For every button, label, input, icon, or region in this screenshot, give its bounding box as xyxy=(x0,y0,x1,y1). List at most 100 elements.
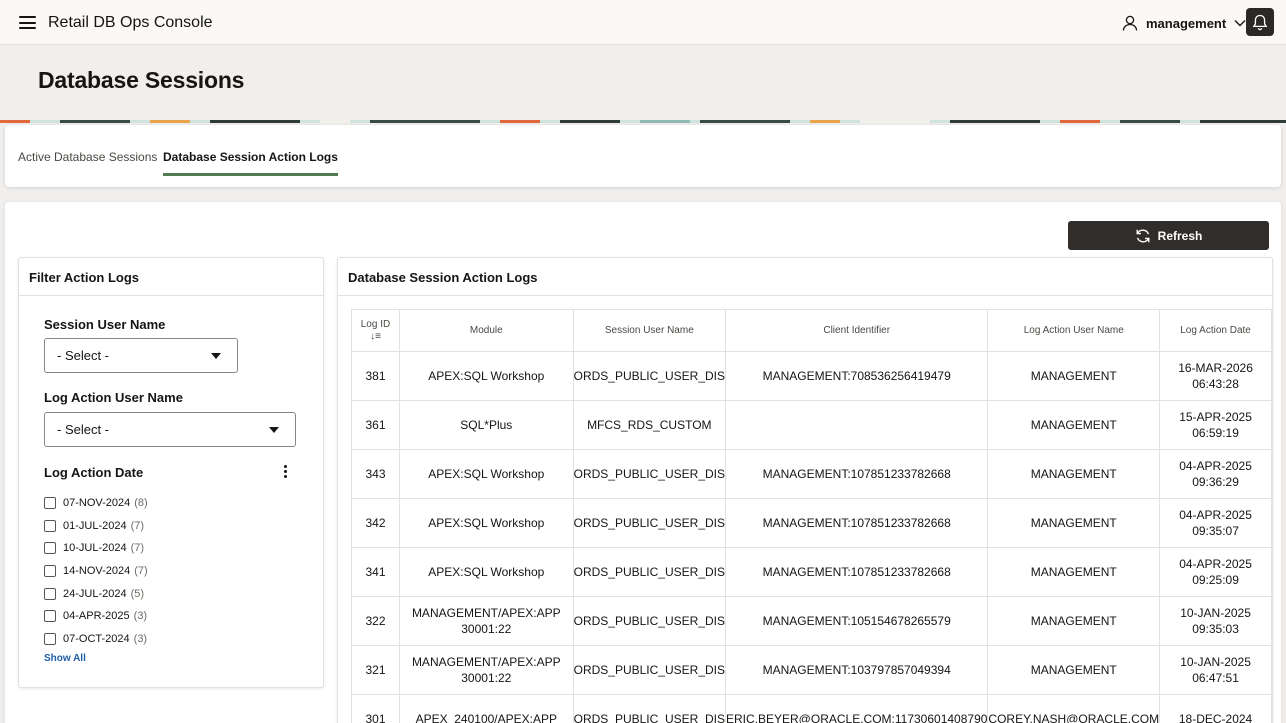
bell-icon xyxy=(1252,14,1268,30)
date-facet-count: (7) xyxy=(130,542,145,555)
cell-session-user: ORDS_PUBLIC_USER_DIS xyxy=(572,645,727,695)
cell-client-identifier: MANAGEMENT:107851233782668 xyxy=(724,449,989,499)
checkbox[interactable] xyxy=(44,610,56,623)
cell-date: 10-JAN-2025 xyxy=(1180,655,1251,669)
session-user-value: - Select - xyxy=(57,348,110,363)
date-facet-count: (7) xyxy=(134,565,148,578)
date-facet-label: 04-APR-2025 xyxy=(63,610,130,623)
date-facet-count: (3) xyxy=(133,632,148,645)
cell-log-action-user: MANAGEMENT xyxy=(987,351,1161,401)
cell-date: 04-APR-2025 xyxy=(1179,557,1252,571)
column-header-client-identifier[interactable]: Client Identifier xyxy=(724,309,989,352)
menu-icon[interactable] xyxy=(19,16,36,29)
cell-time: 06:43:28 xyxy=(1192,377,1239,391)
date-facet-label: 07-OCT-2024 xyxy=(63,632,130,645)
date-facet-item[interactable]: 10-JUL-2024 (7) xyxy=(44,537,148,560)
session-user-select[interactable]: - Select - xyxy=(44,338,238,373)
cell-time: 09:36:29 xyxy=(1192,475,1239,489)
cell-log-action-date: 04-APR-2025 09:36:29 xyxy=(1159,449,1272,499)
cell-log-action-date: 15-APR-2025 06:59:19 xyxy=(1159,400,1272,450)
cell-client-identifier: MANAGEMENT:105154678265579 xyxy=(724,596,989,646)
session-user-label: Session User Name xyxy=(44,317,166,332)
column-header-module[interactable]: Module xyxy=(398,309,574,352)
cell-module: SQL*Plus xyxy=(398,400,574,450)
kebab-icon[interactable] xyxy=(282,465,288,481)
cell-client-identifier: MANAGEMENT:107851233782668 xyxy=(724,498,989,548)
checkbox[interactable] xyxy=(44,565,56,578)
date-facet-item[interactable]: 01-JUL-2024 (7) xyxy=(44,515,148,538)
app-title[interactable]: Retail DB Ops Console xyxy=(48,14,213,32)
cell-log-id: 301 xyxy=(351,694,400,723)
cell-date: 04-APR-2025 xyxy=(1179,508,1252,522)
cell-log-action-date: 04-APR-2025 09:25:09 xyxy=(1159,547,1272,597)
cell-time: 09:35:03 xyxy=(1192,622,1239,636)
table-row: 381 APEX:SQL Workshop ORDS_PUBLIC_USER_D… xyxy=(351,351,1272,401)
log-action-user-select[interactable]: - Select - xyxy=(44,412,296,447)
filter-panel: Filter Action Logs Session User Name - S… xyxy=(18,257,324,688)
column-header-log-action-user-name[interactable]: Log Action User Name xyxy=(987,309,1161,352)
cell-log-action-date: 16-MAR-2026 06:43:28 xyxy=(1159,351,1272,401)
cell-log-action-user: MANAGEMENT xyxy=(987,449,1161,499)
checkbox[interactable] xyxy=(44,519,56,532)
tab-database-session-action-logs[interactable]: Database Session Action Logs xyxy=(163,150,338,176)
date-facet-item[interactable]: 24-JUL-2024 (5) xyxy=(44,582,148,605)
cell-module-line: APEX:SQL Workshop xyxy=(428,565,545,579)
user-name: management xyxy=(1146,15,1227,31)
top-bar: Retail DB Ops Console management xyxy=(0,0,1286,45)
cell-log-action-user: MANAGEMENT xyxy=(987,400,1161,450)
date-facet-count: (8) xyxy=(134,497,148,510)
table-row: 322 MANAGEMENT/APEX:APP 30001:22 ORDS_PUB… xyxy=(351,596,1272,646)
decorative-banner xyxy=(0,115,1286,123)
date-facet-count: (5) xyxy=(130,587,145,600)
date-facet-item[interactable]: 14-NOV-2024 (7) xyxy=(44,560,148,583)
cell-module-line: 30001:22 xyxy=(461,622,512,636)
notifications-button[interactable] xyxy=(1246,8,1274,36)
checkbox[interactable] xyxy=(44,542,56,555)
cell-session-user: ORDS_PUBLIC_USER_DIS xyxy=(572,547,727,597)
cell-module-line: APEX:SQL Workshop xyxy=(428,516,545,530)
table-row: 321 MANAGEMENT/APEX:APP 30001:22 ORDS_PUB… xyxy=(351,645,1272,695)
caret-down-icon xyxy=(211,353,221,359)
report-title: Database Session Action Logs xyxy=(338,258,1272,296)
cell-log-id: 321 xyxy=(351,645,400,695)
cell-log-id: 341 xyxy=(351,547,400,597)
cell-time: 09:25:09 xyxy=(1192,573,1239,587)
checkbox[interactable] xyxy=(44,497,56,510)
page-title: Database Sessions xyxy=(38,67,245,93)
cell-module: APEX:SQL Workshop xyxy=(398,449,574,499)
date-facet-item[interactable]: 04-APR-2025 (3) xyxy=(44,605,148,628)
date-facet-item[interactable]: 07-NOV-2024 (8) xyxy=(44,492,148,515)
table-row: 301 APEX_240100/APEX:APP ORDS_PUBLIC_USE… xyxy=(351,694,1272,723)
date-facet-label: 01-JUL-2024 xyxy=(63,519,127,532)
cell-client-identifier: MANAGEMENT:103797857049394 xyxy=(724,645,989,695)
cell-log-action-user: MANAGEMENT xyxy=(987,596,1161,646)
checkbox[interactable] xyxy=(44,632,56,645)
column-header-session-user-name[interactable]: Session User Name xyxy=(572,309,727,352)
cell-time: 09:35:07 xyxy=(1192,524,1239,538)
cell-date: 10-JAN-2025 xyxy=(1180,606,1251,620)
cell-module: MANAGEMENT/APEX:APP 30001:22 xyxy=(398,645,574,695)
action-logs-report: Database Session Action Logs Log ID ↓≡ Mo… xyxy=(337,257,1273,723)
cell-time: 06:59:19 xyxy=(1192,426,1239,440)
date-facet-count: (7) xyxy=(130,519,145,532)
column-header-log-id[interactable]: Log ID ↓≡ xyxy=(351,309,400,352)
cell-log-action-user: COREY.NASH@ORACLE.COM xyxy=(987,694,1161,723)
cell-time: 06:47:51 xyxy=(1192,671,1239,685)
show-all-link[interactable]: Show All xyxy=(44,653,86,664)
cell-log-action-date: 10-JAN-2025 09:35:03 xyxy=(1159,596,1272,646)
log-action-date-label: Log Action Date xyxy=(44,465,144,480)
cell-client-identifier: MANAGEMENT:107851233782668 xyxy=(724,547,989,597)
main-content: Refresh Filter Action Logs Session User … xyxy=(5,202,1281,723)
column-header-log-action-date[interactable]: Log Action Date xyxy=(1159,309,1272,352)
date-facet-label: 07-NOV-2024 xyxy=(63,497,131,510)
cell-session-user: ORDS_PUBLIC_USER_DIS xyxy=(572,694,727,723)
cell-log-action-user: MANAGEMENT xyxy=(987,547,1161,597)
date-facet-item[interactable]: 07-OCT-2024 (3) xyxy=(44,628,148,651)
checkbox[interactable] xyxy=(44,587,56,600)
tabs-region: Active Database Sessions Database Sessio… xyxy=(5,125,1281,187)
caret-down-icon xyxy=(269,427,279,433)
refresh-button[interactable]: Refresh xyxy=(1068,221,1269,250)
user-menu[interactable]: management xyxy=(1122,13,1246,33)
cell-session-user: ORDS_PUBLIC_USER_DIS xyxy=(572,351,727,401)
tab-active-database-sessions[interactable]: Active Database Sessions xyxy=(18,150,157,173)
